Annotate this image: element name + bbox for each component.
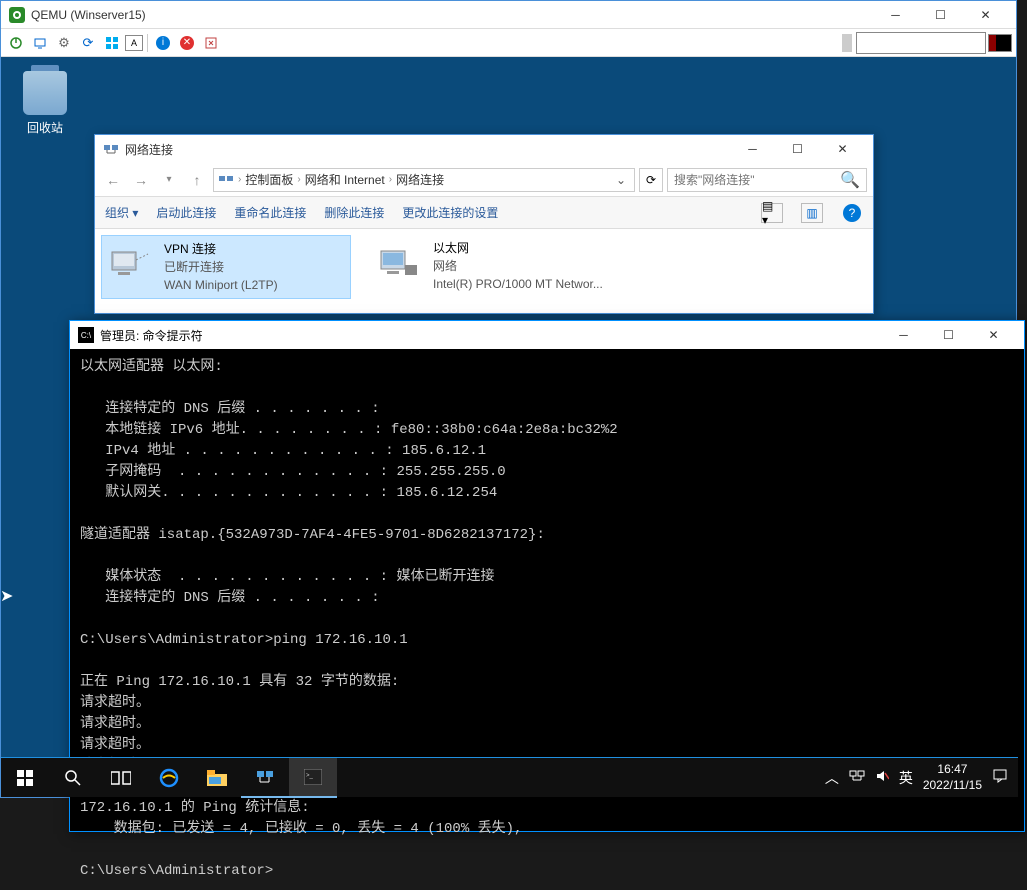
explorer-navbar: ← → ▾ ↑ › 控制面板 › 网络和 Internet › 网络连接 ⌄ ⟳ <box>95 163 873 197</box>
start-connection-button[interactable]: 启动此连接 <box>156 204 216 221</box>
preview-pane-button[interactable]: ▥ <box>801 203 823 223</box>
recycle-bin-label: 回收站 <box>15 119 75 136</box>
up-button[interactable]: ↑ <box>185 168 209 192</box>
explorer-command-bar: 组织 ▾ 启动此连接 重命名此连接 删除此连接 更改此连接的设置 ▤ ▾ ▥ ? <box>95 197 873 229</box>
search-input[interactable] <box>674 173 840 187</box>
connection-item-vpn[interactable]: VPN 连接 已断开连接 WAN Miniport (L2TP) <box>101 235 351 299</box>
windows-key-icon[interactable] <box>101 32 123 54</box>
qemu-window: QEMU (Winserver15) ─ ☐ ✕ ⚙ ⟳ A i ✕ 回收站 <box>0 0 1017 798</box>
tray-volume-icon[interactable] <box>875 769 889 786</box>
cmd-titlebar[interactable]: C:\ 管理员: 命令提示符 ─ ☐ ✕ <box>70 321 1024 349</box>
change-settings-button[interactable]: 更改此连接的设置 <box>402 204 498 221</box>
breadcrumb-item[interactable]: 控制面板 <box>245 171 293 188</box>
tray-chevron-icon[interactable]: ︿ <box>825 768 839 788</box>
connection-name: 以太网 <box>433 239 603 257</box>
svg-text:>_: >_ <box>306 773 314 779</box>
explorer-content: VPN 连接 已断开连接 WAN Miniport (L2TP) 以太网 网络 … <box>95 229 873 305</box>
connection-item-ethernet[interactable]: 以太网 网络 Intel(R) PRO/1000 MT Networ... <box>371 235 621 299</box>
qemu-title: QEMU (Winserver15) <box>31 8 873 22</box>
cmd-title: 管理员: 命令提示符 <box>100 327 881 344</box>
qemu-indicator <box>988 34 1012 52</box>
network-icon <box>218 172 234 188</box>
cmd-output[interactable]: 以太网适配器 以太网: 连接特定的 DNS 后缀 . . . . . . . :… <box>70 349 1024 890</box>
taskbar-network-icon[interactable] <box>241 758 289 798</box>
explorer-minimize-button[interactable]: ─ <box>730 137 775 161</box>
cmd-minimize-button[interactable]: ─ <box>881 323 926 347</box>
taskbar-ie-icon[interactable] <box>145 758 193 798</box>
info-icon[interactable]: i <box>152 32 174 54</box>
network-icon <box>103 141 119 157</box>
qemu-close-button[interactable]: ✕ <box>963 3 1008 27</box>
taskbar-cmd-icon[interactable]: >_ <box>289 758 337 798</box>
search-icon[interactable]: 🔍 <box>840 170 860 190</box>
explorer-maximize-button[interactable]: ☐ <box>775 137 820 161</box>
qemu-app-icon <box>9 7 25 23</box>
taskbar-clock[interactable]: 16:47 2022/11/15 <box>923 762 982 793</box>
refresh-icon[interactable]: ⟳ <box>77 32 99 54</box>
search-button[interactable] <box>49 758 97 798</box>
key-icon[interactable]: A <box>125 35 143 51</box>
ime-indicator[interactable]: 英 <box>899 768 913 788</box>
refresh-button[interactable]: ⟳ <box>639 168 663 192</box>
search-box[interactable]: 🔍 <box>667 168 867 192</box>
system-tray: ︿ 英 16:47 2022/11/15 <box>815 762 1018 793</box>
qemu-titlebar[interactable]: QEMU (Winserver15) ─ ☐ ✕ <box>1 1 1016 29</box>
explorer-title: 网络连接 <box>125 141 730 158</box>
taskbar-explorer-icon[interactable] <box>193 758 241 798</box>
breadcrumb-item[interactable]: 网络连接 <box>396 171 444 188</box>
delete-connection-button[interactable]: 删除此连接 <box>324 204 384 221</box>
stop-icon[interactable]: ✕ <box>176 32 198 54</box>
qemu-toolbar: ⚙ ⟳ A i ✕ <box>1 29 1016 57</box>
help-button[interactable]: ? <box>841 203 863 223</box>
address-bar[interactable]: › 控制面板 › 网络和 Internet › 网络连接 ⌄ <box>213 168 635 192</box>
vpn-icon <box>106 240 154 288</box>
recent-dropdown[interactable]: ▾ <box>157 168 181 192</box>
explorer-titlebar[interactable]: 网络连接 ─ ☐ ✕ <box>95 135 873 163</box>
task-view-button[interactable] <box>97 758 145 798</box>
action-center-icon[interactable] <box>992 768 1008 787</box>
connection-name: VPN 连接 <box>164 240 278 258</box>
connection-status: 网络 <box>433 257 603 275</box>
view-options-button[interactable]: ▤ ▾ <box>761 203 783 223</box>
clock-date: 2022/11/15 <box>923 778 982 794</box>
cmd-icon: C:\ <box>78 327 94 343</box>
breadcrumb-item[interactable]: 网络和 Internet <box>305 171 385 188</box>
cmd-close-button[interactable]: ✕ <box>971 323 1016 347</box>
connection-status: 已断开连接 <box>164 258 278 276</box>
connection-device: WAN Miniport (L2TP) <box>164 276 278 294</box>
qemu-toolbar-input[interactable] <box>856 32 986 54</box>
ethernet-icon <box>375 239 423 287</box>
clock-time: 16:47 <box>923 762 982 778</box>
gear-icon[interactable]: ⚙ <box>53 32 75 54</box>
back-button[interactable]: ← <box>101 168 125 192</box>
desktop[interactable]: 回收站 网络连接 ─ ☐ ✕ ← → ▾ ↑ <box>1 57 1016 757</box>
address-dropdown[interactable]: ⌄ <box>612 173 630 187</box>
start-button[interactable] <box>1 758 49 798</box>
qemu-minimize-button[interactable]: ─ <box>873 3 918 27</box>
organize-menu[interactable]: 组织 ▾ <box>105 204 138 221</box>
forward-button[interactable]: → <box>129 168 153 192</box>
explorer-close-button[interactable]: ✕ <box>820 137 865 161</box>
recycle-bin-icon[interactable]: 回收站 <box>15 71 75 136</box>
power-icon[interactable] <box>5 32 27 54</box>
monitor-icon[interactable] <box>29 32 51 54</box>
tray-network-icon[interactable] <box>849 769 865 786</box>
cmd-window: C:\ 管理员: 命令提示符 ─ ☐ ✕ 以太网适配器 以太网: 连接特定的 D… <box>69 320 1025 832</box>
cmd-maximize-button[interactable]: ☐ <box>926 323 971 347</box>
taskbar: >_ ︿ 英 16:47 2022/11/15 <box>1 757 1018 797</box>
connection-device: Intel(R) PRO/1000 MT Networ... <box>433 275 603 293</box>
explorer-window: 网络连接 ─ ☐ ✕ ← → ▾ ↑ › 控制面板 › 网络和 Internet <box>94 134 874 314</box>
qemu-maximize-button[interactable]: ☐ <box>918 3 963 27</box>
rename-connection-button[interactable]: 重命名此连接 <box>234 204 306 221</box>
expand-icon[interactable] <box>200 32 222 54</box>
